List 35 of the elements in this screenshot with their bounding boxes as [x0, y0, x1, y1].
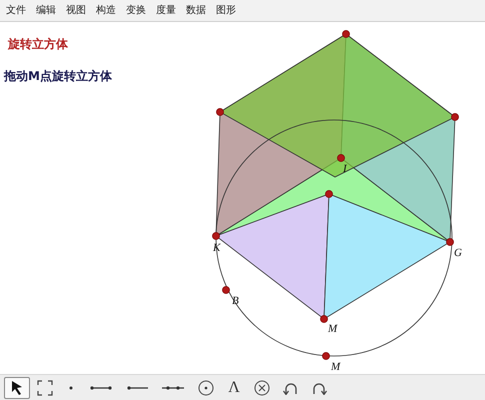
- point[interactable]: [446, 238, 454, 246]
- point[interactable]: [320, 315, 328, 323]
- menu-item[interactable]: 度量: [152, 4, 180, 18]
- menu-item[interactable]: 数据: [182, 4, 210, 18]
- point[interactable]: [451, 113, 459, 121]
- point[interactable]: [337, 154, 345, 162]
- ray-icon: [126, 384, 148, 390]
- tool-button[interactable]: [4, 376, 30, 398]
- line-icon: [162, 384, 184, 390]
- menu-item[interactable]: 图形: [212, 4, 240, 18]
- point-label: M: [328, 323, 338, 335]
- menu-item[interactable]: 变换: [122, 4, 150, 18]
- point[interactable]: [325, 190, 333, 198]
- marquee-icon: [37, 380, 53, 396]
- undo-icon: [283, 380, 299, 394]
- point[interactable]: [216, 108, 224, 116]
- point-label: M: [331, 361, 340, 373]
- arrow-icon: [10, 380, 24, 396]
- title-text: 旋转立方体: [8, 36, 68, 53]
- segment-icon: [90, 384, 112, 390]
- point[interactable]: [212, 232, 220, 240]
- menu-item[interactable]: 构造: [92, 4, 120, 18]
- redo-icon: [311, 380, 327, 394]
- point[interactable]: [342, 30, 350, 38]
- point[interactable]: [322, 352, 330, 360]
- text-tool-button[interactable]: Λ: [222, 376, 246, 398]
- circle-icon: [198, 380, 214, 396]
- menu-item[interactable]: 文件: [2, 4, 30, 18]
- point-label: G: [454, 247, 462, 259]
- cross-circle-icon: [254, 380, 270, 396]
- menu-item[interactable]: 视图: [62, 4, 90, 18]
- point-icon: [69, 386, 73, 390]
- caption-text: 拖动M点旋转立方体: [4, 68, 112, 85]
- menu-item[interactable]: 编辑: [32, 4, 60, 18]
- point[interactable]: [222, 286, 230, 294]
